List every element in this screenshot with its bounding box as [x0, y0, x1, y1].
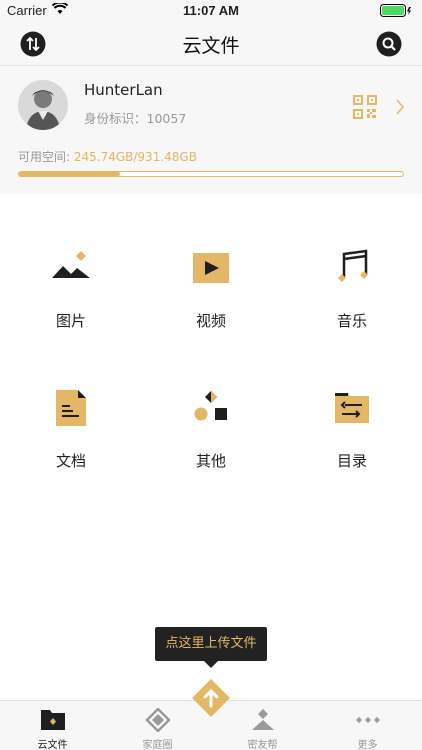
tab-label: 更多 — [357, 740, 378, 750]
other-icon — [194, 391, 227, 421]
storage-progress-fill — [19, 172, 121, 176]
page-title: 云文件 — [182, 35, 240, 57]
tab-label: 密友帮 — [247, 740, 278, 750]
category-music[interactable]: 音乐 — [282, 196, 422, 330]
category-label: 音乐 — [336, 312, 367, 330]
user-id: 身份标识：10057 — [84, 108, 186, 127]
video-icon — [193, 253, 229, 283]
storage-progress-bar — [18, 171, 404, 177]
avatar[interactable] — [18, 80, 68, 130]
music-icon — [338, 249, 368, 282]
nav-bar: 云文件 — [0, 22, 422, 66]
folder-icon — [335, 393, 369, 423]
upload-button[interactable] — [191, 678, 231, 718]
category-label: 图片 — [55, 312, 86, 330]
clock: 11:07 AM — [183, 3, 239, 18]
qr-code-icon[interactable] — [353, 95, 377, 119]
upload-tooltip: 点这里上传文件 — [155, 627, 267, 668]
storage-label: 可用空间: — [18, 150, 74, 164]
storage-value: 245.74GB/931.48GB — [73, 150, 197, 164]
user-id-value: 10057 — [146, 111, 187, 126]
user-name: HunterLan — [84, 81, 163, 99]
category-directory[interactable]: 目录 — [282, 336, 422, 470]
category-label: 视频 — [195, 312, 226, 330]
category-images[interactable]: 图片 — [1, 196, 141, 330]
storage-info: 可用空间: 245.74GB/931.48GB — [18, 148, 197, 165]
category-documents[interactable]: 文档 — [1, 336, 141, 470]
image-icon — [52, 251, 90, 278]
cloud-folder-icon — [41, 710, 65, 730]
tab-more[interactable]: 更多 — [315, 701, 420, 750]
battery-icon — [380, 4, 411, 17]
document-icon — [56, 390, 86, 426]
user-id-label: 身份标识： — [84, 111, 147, 126]
more-icon — [356, 717, 380, 723]
chevron-right-icon[interactable] — [395, 98, 405, 116]
category-label: 目录 — [336, 452, 367, 470]
category-videos[interactable]: 视频 — [141, 196, 281, 330]
category-label: 文档 — [55, 452, 86, 470]
family-circle-icon — [145, 708, 171, 732]
profile-card[interactable]: HunterLan 身份标识：10057 可用空间: 245.74GB/931.… — [0, 66, 422, 194]
category-other[interactable]: 其他 — [141, 336, 281, 470]
close-friends-icon — [252, 709, 274, 730]
tab-label: 家庭圈 — [142, 740, 173, 750]
category-label: 其他 — [195, 452, 226, 470]
tab-cloud-files[interactable]: 云文件 — [0, 701, 105, 750]
search-icon[interactable] — [376, 31, 402, 57]
status-bar: Carrier 11:07 AM — [0, 0, 422, 22]
tab-label: 云文件 — [37, 740, 68, 750]
